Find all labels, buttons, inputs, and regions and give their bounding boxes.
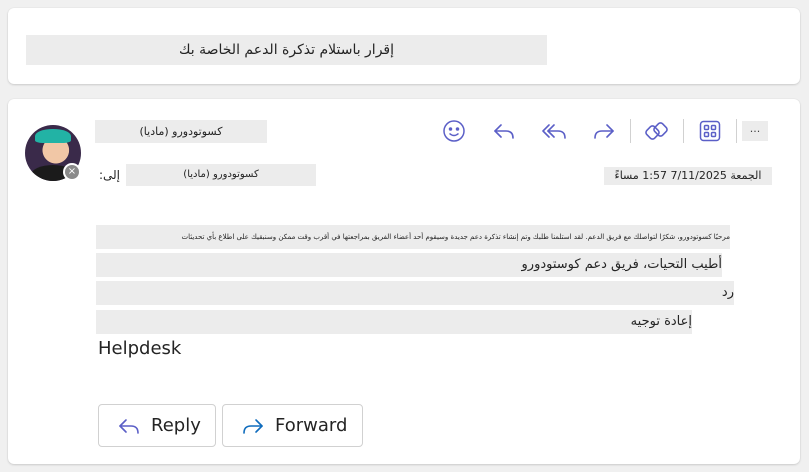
- body-line-reply: رد: [96, 281, 734, 305]
- apps-toolbar-button[interactable]: [694, 117, 726, 145]
- body-closing: أطيب التحيات، فريق دعم كوستودورو: [96, 253, 722, 277]
- body-line-forward: إعادة توجيه: [96, 310, 692, 334]
- recipient-row: إلى: كسوتودورو (ماديا): [93, 164, 316, 186]
- forward-label: Forward: [275, 415, 348, 436]
- signature: Helpdesk: [98, 338, 182, 359]
- toolbar-divider-3: [736, 119, 737, 143]
- loop-toolbar-button[interactable]: [641, 117, 673, 145]
- toolbar-divider-2: [683, 119, 684, 143]
- subject-banner: إقرار باستلام تذكرة الدعم الخاصة بك: [8, 8, 800, 84]
- apps-grid-icon: [699, 120, 721, 142]
- presence-dot: ×: [65, 165, 79, 179]
- message-toolbar: [438, 117, 747, 145]
- forward-icon: [243, 418, 263, 434]
- message-date: الجمعة 7/11/2025 1:57 مساءً: [604, 167, 772, 185]
- body-paragraph: مرحبًا كسوتودورو، شكرًا لتواصلك مع فريق …: [96, 225, 730, 249]
- reply-icon: [494, 124, 514, 139]
- loop-icon: [645, 122, 668, 140]
- reply-button[interactable]: Reply: [98, 404, 216, 447]
- reply-toolbar-button[interactable]: [488, 117, 520, 145]
- email-subject: إقرار باستلام تذكرة الدعم الخاصة بك: [26, 35, 547, 65]
- forward-icon: [594, 124, 614, 139]
- reply-icon: [119, 418, 139, 434]
- emoji-reaction-button[interactable]: [438, 117, 470, 145]
- reply-label: Reply: [151, 415, 201, 436]
- message-card: × كسوتودورو (ماديا) ... إلى: كسوتودورو (…: [8, 99, 800, 464]
- emoji-icon: [443, 120, 465, 142]
- toolbar-divider: [630, 119, 631, 143]
- more-actions-button[interactable]: ...: [742, 121, 768, 141]
- forward-button[interactable]: Forward: [222, 404, 363, 447]
- sender-name[interactable]: كسوتودورو (ماديا): [95, 120, 267, 143]
- forward-toolbar-button[interactable]: [588, 117, 620, 145]
- reply-all-icon: [542, 124, 566, 139]
- avatar-hair: [35, 129, 71, 143]
- recipient-name[interactable]: كسوتودورو (ماديا): [126, 164, 316, 186]
- reply-all-toolbar-button[interactable]: [538, 117, 570, 145]
- to-label: إلى:: [98, 168, 121, 182]
- presence-status-icon: ×: [63, 163, 81, 181]
